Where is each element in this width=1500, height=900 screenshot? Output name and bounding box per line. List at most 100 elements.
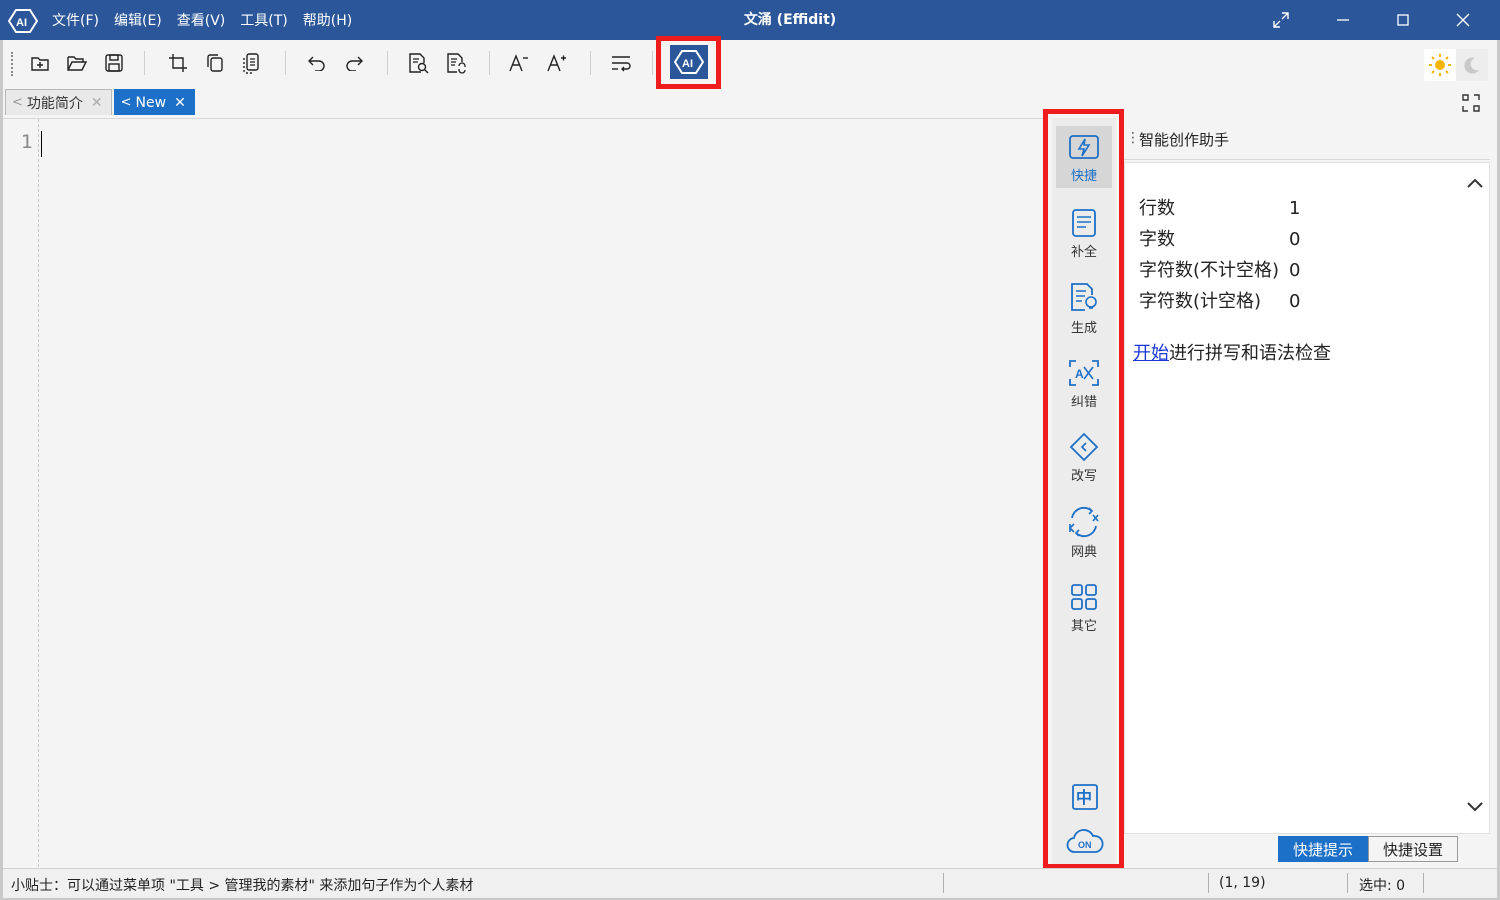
maximize-icon bbox=[1397, 14, 1409, 26]
panel-header: ⋮ 智能创作助手 bbox=[1124, 118, 1490, 160]
increase-font-button[interactable] bbox=[544, 50, 570, 76]
app-logo-icon: AI bbox=[7, 8, 39, 34]
stat-label: 字符数(计空格) bbox=[1139, 291, 1262, 312]
status-separator bbox=[1208, 873, 1209, 893]
increase-font-icon bbox=[547, 54, 566, 72]
stat-value: 0 bbox=[1289, 291, 1301, 312]
highlight-ai-rail bbox=[1043, 109, 1124, 869]
open-file-button[interactable] bbox=[64, 50, 90, 76]
cursor-position: (1, 19) bbox=[1219, 875, 1266, 891]
paste-icon bbox=[243, 53, 259, 74]
document-stats: 行数 1 字数 0 字符数(不计空格) 0 字符数(计空格) 0 bbox=[1139, 193, 1300, 317]
status-separator bbox=[1423, 873, 1424, 893]
redo-button[interactable] bbox=[341, 50, 367, 76]
undo-button[interactable] bbox=[304, 50, 330, 76]
theme-toggle[interactable] bbox=[1424, 49, 1488, 81]
menu-edit[interactable]: 编辑(E) bbox=[114, 10, 162, 30]
copy-button[interactable] bbox=[202, 50, 228, 76]
toolbar-separator bbox=[387, 51, 388, 75]
find-button[interactable] bbox=[405, 50, 431, 76]
crop-icon bbox=[169, 54, 187, 72]
stat-row: 字符数(不计空格) 0 bbox=[1139, 255, 1300, 286]
tab-quick-tips[interactable]: 快捷提示 bbox=[1278, 836, 1369, 862]
tab-label: New bbox=[135, 94, 167, 111]
new-file-button[interactable] bbox=[27, 50, 53, 76]
status-bar: 小贴士：可以通过菜单项 "工具 > 管理我的素材" 来添加句子作为个人素材 (1… bbox=[3, 868, 1497, 898]
stat-value: 0 bbox=[1289, 260, 1301, 281]
close-tab-icon[interactable]: ✕ bbox=[91, 95, 103, 111]
dark-mode-option[interactable] bbox=[1456, 49, 1488, 81]
toolbar-separator bbox=[285, 51, 286, 75]
title-bar: AI 文件(F) 编辑(E) 查看(V) 工具(T) 帮助(H) 文涌 (Eff… bbox=[0, 0, 1500, 40]
stat-row: 行数 1 bbox=[1139, 193, 1300, 224]
layout-icon bbox=[1462, 94, 1480, 112]
close-tab-icon[interactable]: ✕ bbox=[174, 95, 186, 111]
stat-row: 字数 0 bbox=[1139, 224, 1300, 255]
new-file-icon bbox=[31, 57, 49, 71]
close-button[interactable] bbox=[1434, 0, 1492, 40]
document-tabs: < 功能简介 ✕ < New ✕ bbox=[5, 89, 197, 115]
svg-text:AI: AI bbox=[16, 17, 27, 29]
assistant-panel: ⋮ 智能创作助手 行数 1 字数 0 字符数(不计空格) 0 字符数(计空格) … bbox=[1124, 118, 1490, 866]
toolbar bbox=[3, 40, 1497, 86]
toolbar-grip[interactable] bbox=[11, 52, 13, 76]
crop-button[interactable] bbox=[165, 50, 191, 76]
menu-view[interactable]: 查看(V) bbox=[177, 10, 226, 30]
moon-icon bbox=[1464, 57, 1479, 74]
sun-icon bbox=[1429, 54, 1451, 76]
word-wrap-icon bbox=[612, 56, 631, 72]
text-editor[interactable]: 1 bbox=[3, 118, 1043, 867]
menu-tools[interactable]: 工具(T) bbox=[240, 10, 287, 30]
minimize-button[interactable] bbox=[1314, 0, 1372, 40]
drag-handle-icon[interactable]: ⋮ bbox=[1126, 130, 1140, 146]
start-check-link[interactable]: 开始 bbox=[1133, 343, 1169, 364]
find-icon bbox=[409, 53, 429, 74]
toolbar-separator bbox=[590, 51, 591, 75]
stat-value: 0 bbox=[1289, 229, 1301, 250]
chevron-left-icon: < bbox=[120, 95, 132, 110]
fullscreen-button[interactable] bbox=[1252, 0, 1310, 40]
undo-icon bbox=[308, 56, 325, 71]
tab-quick-settings[interactable]: 快捷设置 bbox=[1368, 836, 1459, 862]
scroll-down-icon[interactable] bbox=[1465, 799, 1485, 815]
status-separator bbox=[1347, 873, 1348, 893]
selection-count: 选中: 0 bbox=[1359, 878, 1406, 894]
save-button[interactable] bbox=[101, 50, 127, 76]
status-tip: 小贴士：可以通过菜单项 "工具 > 管理我的素材" 来添加句子作为个人素材 bbox=[11, 878, 474, 894]
copy-icon bbox=[207, 54, 223, 72]
word-wrap-button[interactable] bbox=[608, 50, 634, 76]
maximize-button[interactable] bbox=[1374, 0, 1432, 40]
highlight-ai-button bbox=[656, 36, 721, 89]
redo-icon bbox=[346, 56, 363, 71]
open-folder-icon bbox=[67, 56, 88, 71]
menu-file[interactable]: 文件(F) bbox=[52, 10, 99, 30]
menu-help[interactable]: 帮助(H) bbox=[303, 10, 352, 30]
line-number-gutter: 1 bbox=[3, 119, 39, 867]
line-number: 1 bbox=[21, 131, 34, 153]
stat-row: 字符数(计空格) 0 bbox=[1139, 286, 1300, 317]
status-separator bbox=[943, 873, 944, 893]
spell-check-prompt: 开始进行拼写和语法检查 bbox=[1133, 339, 1331, 365]
menu-bar: 文件(F) 编辑(E) 查看(V) 工具(T) 帮助(H) bbox=[52, 0, 367, 40]
tab-new[interactable]: < New ✕ bbox=[113, 89, 195, 115]
scroll-up-icon[interactable] bbox=[1465, 175, 1485, 191]
panel-body: 行数 1 字数 0 字符数(不计空格) 0 字符数(计空格) 0 开始进行拼写和… bbox=[1124, 162, 1490, 834]
paste-button[interactable] bbox=[239, 50, 265, 76]
stat-label: 字符数(不计空格) bbox=[1139, 260, 1280, 281]
expand-icon bbox=[1273, 12, 1289, 28]
spell-check-text: 进行拼写和语法检查 bbox=[1169, 343, 1331, 364]
decrease-font-button[interactable] bbox=[506, 50, 532, 76]
toolbar-separator bbox=[652, 51, 653, 75]
chevron-left-icon: < bbox=[12, 95, 23, 110]
panel-title: 智能创作助手 bbox=[1139, 131, 1230, 149]
toolbar-separator bbox=[144, 51, 145, 75]
stat-label: 字数 bbox=[1139, 229, 1175, 250]
close-icon bbox=[1456, 13, 1470, 27]
tab-features-intro[interactable]: < 功能简介 ✕ bbox=[5, 89, 112, 115]
layout-toggle-button[interactable] bbox=[1460, 92, 1482, 114]
replace-button[interactable] bbox=[443, 50, 469, 76]
decrease-font-icon bbox=[509, 54, 528, 72]
replace-icon bbox=[447, 53, 466, 74]
toolbar-separator bbox=[489, 51, 490, 75]
text-caret bbox=[41, 131, 42, 157]
